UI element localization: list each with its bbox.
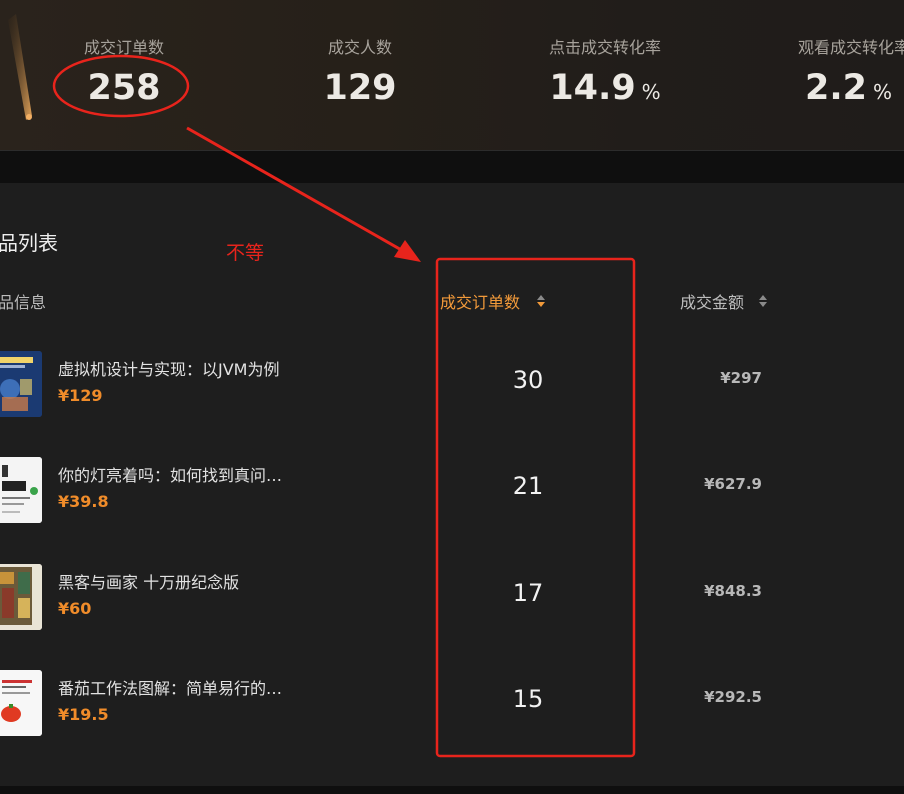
- book-cover-thumbnail: [0, 670, 42, 736]
- sort-icon[interactable]: [758, 294, 768, 308]
- product-price: ¥60: [58, 599, 92, 618]
- product-name[interactable]: 番茄工作法图解：简单易行的…: [58, 675, 282, 699]
- stat-orders: 成交订单数 258: [64, 34, 184, 108]
- table-row[interactable]: 黑客与画家 十万册纪念版 ¥60 17 ¥848.3: [0, 560, 904, 646]
- product-price: ¥39.8: [58, 492, 109, 511]
- stat-value: 258: [87, 68, 161, 108]
- product-name[interactable]: 黑客与画家 十万册纪念版: [58, 569, 239, 593]
- product-name[interactable]: 你的灯亮着吗：如何找到真问…: [58, 462, 282, 486]
- book-cover-thumbnail: [0, 457, 42, 523]
- table-row[interactable]: 虚拟机设计与实现：以JVM为例 ¥129 30 ¥297: [0, 347, 904, 433]
- orders-value: 21: [512, 472, 544, 500]
- book-cover-art: [0, 457, 42, 523]
- column-header-product-info: 品信息: [0, 293, 47, 312]
- section-title: 品列表: [0, 231, 58, 255]
- amount-value: ¥297: [720, 369, 762, 387]
- stats-bar: 成交订单数 258 成交人数 129 点击成交转化率 14.9% 观看成交转化率…: [0, 0, 904, 151]
- table-row[interactable]: 番茄工作法图解：简单易行的… ¥19.5 15 ¥292.5: [0, 666, 904, 752]
- decorative-light-streak: [8, 14, 32, 120]
- stat-label: 成交订单数: [83, 38, 164, 57]
- amount-value: ¥292.5: [704, 688, 762, 706]
- book-cover-art: [0, 670, 42, 736]
- amount-value: ¥848.3: [704, 582, 762, 600]
- stat-view-conversion: 观看成交转化率 2.2%: [784, 34, 904, 108]
- stat-value: 2.2%: [805, 68, 893, 108]
- book-cover-thumbnail: [0, 351, 42, 417]
- divider-band: [0, 151, 904, 183]
- orders-value: 30: [512, 366, 544, 394]
- stat-click-conversion: 点击成交转化率 14.9%: [535, 34, 675, 108]
- orders-value: 15: [512, 685, 544, 713]
- product-list-panel: 品列表 品信息 成交订单数 成交金额 虚拟机设计与实现：以JVM为例 ¥129 …: [0, 183, 904, 786]
- table-row[interactable]: 你的灯亮着吗：如何找到真问… ¥39.8 21 ¥627.9: [0, 453, 904, 539]
- amount-value: ¥627.9: [704, 475, 762, 493]
- orders-value: 17: [512, 579, 544, 607]
- stat-buyers: 成交人数 129: [310, 34, 410, 108]
- book-cover-art: [0, 564, 42, 630]
- column-header-amount[interactable]: 成交金额: [680, 289, 744, 313]
- annotation-text: 不等: [226, 242, 265, 264]
- sort-icon[interactable]: [536, 294, 546, 308]
- stat-unit: %: [873, 80, 893, 104]
- stat-value: 129: [323, 68, 397, 108]
- product-name[interactable]: 虚拟机设计与实现：以JVM为例: [58, 356, 279, 380]
- stat-unit: %: [641, 80, 661, 104]
- book-cover-art: [0, 351, 42, 417]
- book-cover-thumbnail: [0, 564, 42, 630]
- column-header-orders[interactable]: 成交订单数: [440, 289, 520, 313]
- stat-label: 点击成交转化率: [548, 38, 661, 57]
- product-price: ¥19.5: [58, 705, 109, 724]
- stat-value: 14.9%: [549, 68, 661, 108]
- stat-label: 成交人数: [327, 38, 392, 57]
- stat-label: 观看成交转化率: [797, 38, 904, 57]
- product-price: ¥129: [58, 386, 103, 405]
- bottom-band: [0, 786, 904, 794]
